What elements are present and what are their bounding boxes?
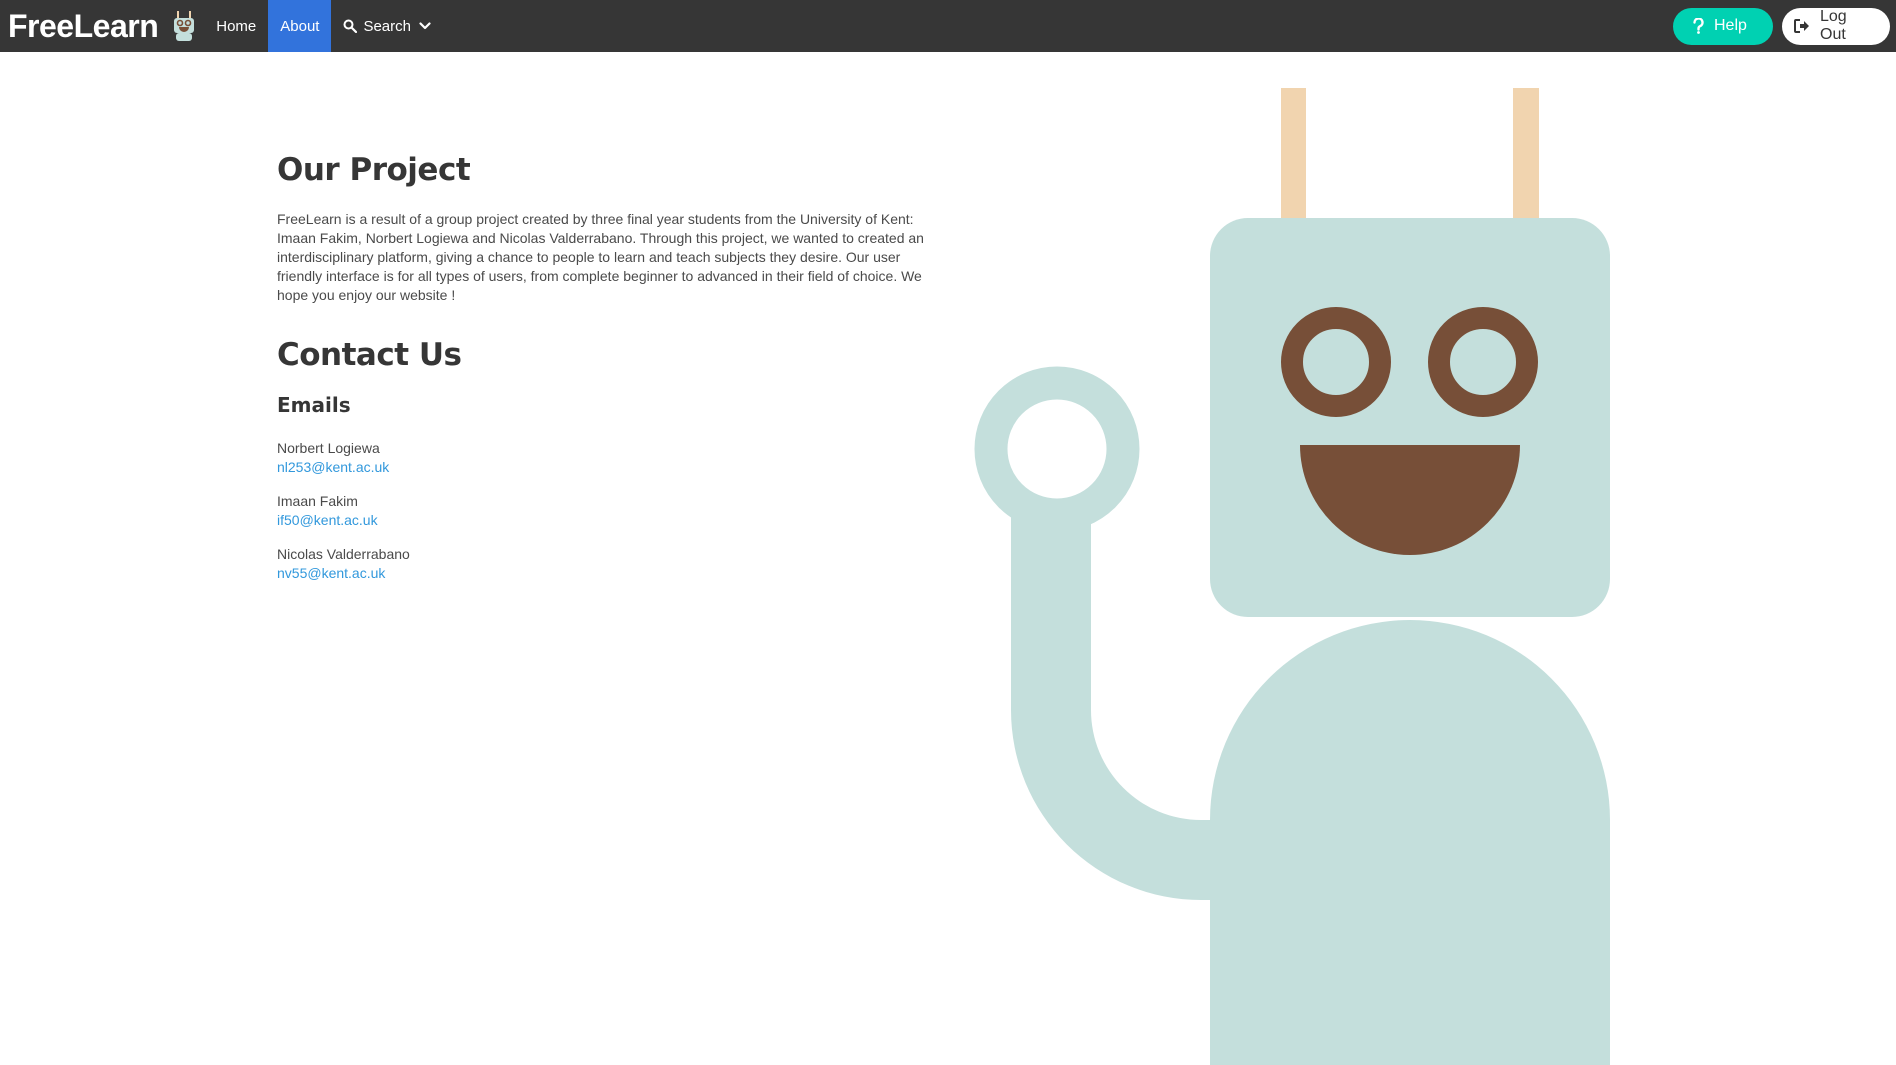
- nav-search-dropdown[interactable]: Search: [331, 0, 443, 52]
- contact-item: Imaan Fakim if50@kent.ac.uk: [277, 492, 937, 530]
- contact-list: Norbert Logiewa nl253@kent.ac.uk Imaan F…: [277, 439, 937, 583]
- nav-home[interactable]: Home: [204, 0, 268, 52]
- question-mark-icon: [1693, 18, 1704, 34]
- search-icon: [343, 19, 358, 33]
- robot-eye-right: [1428, 307, 1538, 417]
- contact-name: Imaan Fakim: [277, 493, 358, 509]
- navbar-actions: Help Log Out: [1673, 0, 1896, 52]
- project-title: Our Project: [277, 152, 471, 188]
- nav-about-label: About: [280, 17, 320, 35]
- contact-name: Norbert Logiewa: [277, 440, 380, 456]
- robot-antenna-left: [1281, 88, 1306, 220]
- contact-item: Norbert Logiewa nl253@kent.ac.uk: [277, 439, 937, 477]
- nav-home-label: Home: [216, 17, 257, 35]
- robot-antenna-right: [1513, 88, 1539, 220]
- robot-logo-icon: [174, 11, 195, 41]
- contact-name: Nicolas Valderrabano: [277, 546, 410, 562]
- robot-arm: [1011, 510, 1215, 900]
- contact-item: Nicolas Valderrabano nv55@kent.ac.uk: [277, 545, 937, 583]
- nav-about[interactable]: About: [268, 0, 332, 52]
- logout-label: Log Out: [1820, 8, 1847, 43]
- logout-button[interactable]: Log Out: [1782, 7, 1890, 45]
- robot-eye-left: [1281, 307, 1391, 417]
- about-content: Our Project FreeLearn is a result of a g…: [277, 152, 937, 598]
- robot-hand: [974, 366, 1140, 532]
- emails-heading: Emails: [277, 393, 351, 417]
- top-navbar: FreeLearn Home About Search Help Log Out: [0, 0, 1896, 52]
- brand-home-link[interactable]: FreeLearn: [0, 0, 204, 52]
- robot-mouth: [1300, 445, 1520, 555]
- robot-head: [1210, 218, 1610, 617]
- contact-title: Contact Us: [277, 337, 462, 373]
- help-label: Help: [1714, 17, 1747, 34]
- robot-body: [1210, 620, 1610, 1065]
- project-description: FreeLearn is a result of a group project…: [277, 211, 924, 303]
- nav-search-label: Search: [363, 17, 411, 35]
- brand-name: FreeLearn: [8, 7, 159, 44]
- contact-email-link[interactable]: nl253@kent.ac.uk: [277, 458, 937, 477]
- help-button[interactable]: Help: [1673, 7, 1773, 45]
- contact-email-link[interactable]: nv55@kent.ac.uk: [277, 564, 937, 583]
- contact-email-link[interactable]: if50@kent.ac.uk: [277, 511, 937, 530]
- chevron-down-icon: [419, 22, 431, 30]
- sign-out-icon: [1794, 19, 1810, 33]
